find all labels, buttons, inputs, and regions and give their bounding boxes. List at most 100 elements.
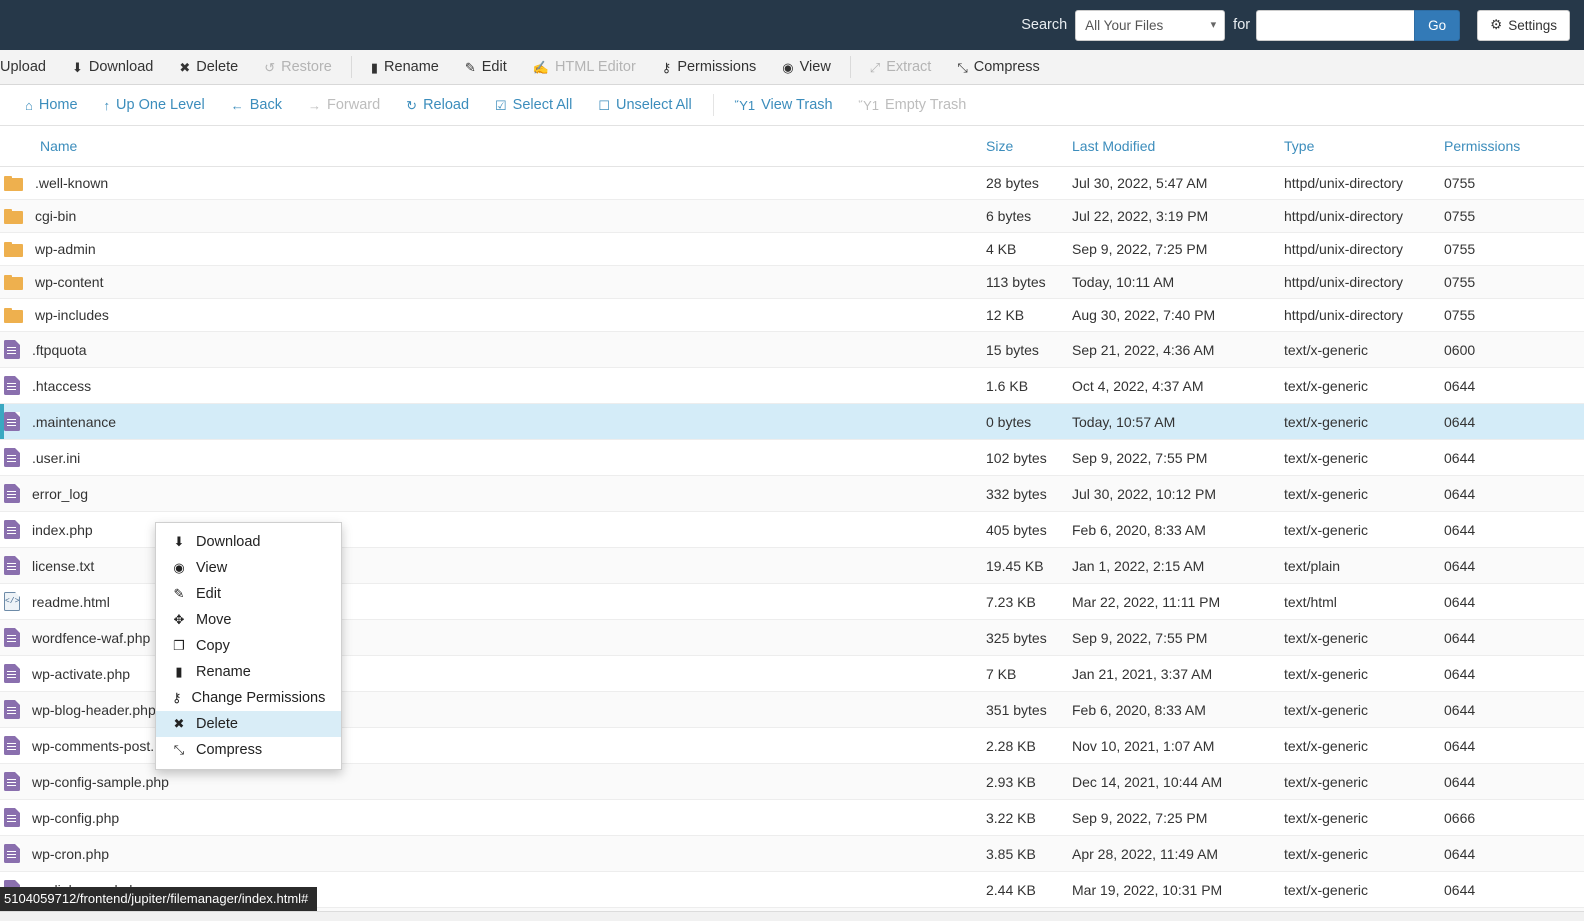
table-row[interactable]: .ftpquota 15 bytes Sep 21, 2022, 4:36 AM te… [0, 331, 1584, 368]
toolbar-item-edit[interactable]: ✎ Edit [452, 50, 520, 84]
cell-type: text/x-generic [1284, 763, 1444, 800]
cell-name[interactable]: cgi-bin [0, 199, 986, 233]
toolbar-item-compress[interactable]: ⤡ Compress [944, 50, 1052, 84]
nav-item-home[interactable]: ⌂ Home [12, 85, 91, 126]
nav-item-select-all[interactable]: ☑ Select All [482, 85, 585, 126]
context-menu-item-change-permissions[interactable]: ⚷ Change Permissions [156, 685, 341, 711]
cell-name[interactable]: wp-cron.php [0, 835, 986, 872]
cell-size: 1.6 KB [986, 367, 1072, 404]
table-row[interactable]: wp-admin 4 KB Sep 9, 2022, 7:25 PM httpd/un… [0, 232, 1584, 266]
toolbar-item-rename[interactable]: ▮ Rename [358, 50, 452, 84]
context-menu: ⬇ Download ◉ View ✎ Edit ✥ Move ❐ Copy ▮ Rename ⚷ Cha… [155, 522, 342, 770]
table-row[interactable]: wp-config.php 3.22 KB Sep 9, 2022, 7:25 PM… [0, 799, 1584, 836]
cell-modified: Aug 30, 2022, 7:40 PM [1072, 298, 1284, 332]
horizontal-scrollbar[interactable] [0, 911, 1584, 921]
cell-permissions: 0666 [1444, 799, 1584, 836]
file-name-label: wp-activate.php [32, 665, 131, 682]
cell-name[interactable]: wp-activate.php [0, 655, 986, 692]
context-menu-item-rename[interactable]: ▮ Rename [156, 659, 341, 685]
context-menu-item-view[interactable]: ◉ View [156, 555, 341, 581]
nav-separator [712, 94, 714, 116]
toolbar-item-permissions[interactable]: ⚷ Permissions [649, 50, 770, 84]
pencil-icon: ✎ [464, 59, 476, 75]
cell-name[interactable]: index.php [0, 511, 986, 548]
cell-name[interactable]: wordfence-waf.php [0, 619, 986, 656]
cell-name[interactable]: .ftpquota [0, 331, 986, 368]
column-header-modified[interactable]: Last Modified [1072, 126, 1284, 167]
cell-modified: Oct 4, 2022, 4:37 AM [1072, 367, 1284, 404]
context-menu-item-edit[interactable]: ✎ Edit [156, 581, 341, 607]
cell-name[interactable]: </> readme.html [0, 583, 986, 620]
toolbar-item-delete[interactable]: ✖ Delete [166, 50, 251, 84]
cell-name[interactable]: wp-content [0, 265, 986, 299]
eye-icon: ◉ [173, 560, 185, 575]
column-header-size[interactable]: Size [986, 126, 1072, 167]
cell-size: 3.85 KB [986, 835, 1072, 872]
folder-icon [4, 241, 23, 257]
cell-name[interactable]: license.txt [0, 547, 986, 584]
cell-name[interactable]: .maintenance [0, 403, 986, 440]
table-row[interactable]: .htaccess 1.6 KB Oct 4, 2022, 4:37 AM text/… [0, 367, 1584, 404]
file-icon [4, 700, 20, 719]
file-icon [4, 484, 20, 503]
column-header-permissions[interactable]: Permissions [1444, 126, 1584, 167]
file-name-label: license.txt [32, 557, 95, 574]
cell-name[interactable]: wp-admin [0, 232, 986, 266]
nav-item-label: Empty Trash [884, 97, 967, 113]
nav-item-back[interactable]: ← Back [218, 85, 295, 126]
search-go-button[interactable]: Go [1414, 9, 1461, 41]
toolbar-item-view[interactable]: ◉ View [769, 50, 844, 84]
nav-item-reload[interactable]: ↻ Reload [393, 85, 482, 126]
cell-type: httpd/unix-directory [1284, 265, 1444, 299]
nav-item-unselect-all[interactable]: ☐ Unselect All [585, 85, 704, 126]
checkbox-empty-icon: ☐ [598, 97, 610, 113]
cell-name[interactable]: wp-config-sample.php [0, 763, 986, 800]
settings-button[interactable]: ⚙ Settings [1477, 9, 1570, 41]
context-menu-item-copy[interactable]: ❐ Copy [156, 633, 341, 659]
context-menu-item-move[interactable]: ✥ Move [156, 607, 341, 633]
cell-modified: Jul 22, 2022, 3:19 PM [1072, 199, 1284, 233]
toolbar-item-download[interactable]: ⬇ Download [59, 50, 166, 84]
cell-modified: Sep 21, 2022, 4:36 AM [1072, 331, 1284, 368]
cell-name[interactable]: wp-comments-post.php [0, 727, 986, 764]
cell-name[interactable]: .user.ini [0, 439, 986, 476]
table-row[interactable]: .user.ini 102 bytes Sep 9, 2022, 7:55 PM te… [0, 439, 1584, 476]
file-name-label: .maintenance [32, 413, 117, 430]
cell-name[interactable]: wp-includes [0, 298, 986, 332]
cell-name[interactable]: .well-known [0, 166, 986, 200]
context-menu-item-compress[interactable]: ⤡ Compress [156, 737, 341, 763]
nav-item-up-one-level[interactable]: ↑ Up One Level [91, 85, 218, 126]
table-row[interactable]: wp-includes 12 KB Aug 30, 2022, 7:40 PM htt… [0, 298, 1584, 332]
context-menu-item-delete[interactable]: ✖ Delete [156, 711, 341, 737]
cell-name[interactable]: .htaccess [0, 367, 986, 404]
search-input[interactable] [1256, 9, 1415, 41]
cell-name[interactable]: error_log [0, 475, 986, 512]
table-row[interactable]: wp-content 113 bytes Today, 10:11 AM httpd/… [0, 265, 1584, 299]
toolbar-item-label: Edit [481, 59, 507, 75]
nav-item-label: Home [38, 97, 78, 113]
toolbar-item-upload[interactable]: Upload [0, 50, 59, 84]
cell-type: text/x-generic [1284, 691, 1444, 728]
table-row[interactable]: error_log 332 bytes Jul 30, 2022, 10:12 PM… [0, 475, 1584, 512]
cell-permissions: 0755 [1444, 265, 1584, 299]
download-icon: ⬇ [71, 59, 83, 75]
file-icon [4, 736, 20, 755]
table-row[interactable]: .maintenance 0 bytes Today, 10:57 AM text/x… [0, 403, 1584, 440]
cell-type: httpd/unix-directory [1284, 166, 1444, 200]
cell-name[interactable]: wp-config.php [0, 799, 986, 836]
cell-name[interactable]: wp-blog-header.php [0, 691, 986, 728]
table-row[interactable]: cgi-bin 6 bytes Jul 22, 2022, 3:19 PM httpd… [0, 199, 1584, 233]
nav-item-view-trash[interactable]: Ὕ1 View Trash [722, 85, 846, 126]
search-scope-select[interactable]: All Your Files [1075, 9, 1226, 41]
cell-modified: Jan 1, 2022, 2:15 AM [1072, 547, 1284, 584]
column-header-name[interactable]: Name [0, 126, 986, 167]
table-row[interactable]: .well-known 28 bytes Jul 30, 2022, 5:47 AM… [0, 166, 1584, 200]
cell-modified: Jan 21, 2021, 3:37 AM [1072, 655, 1284, 692]
cell-type: text/x-generic [1284, 799, 1444, 836]
table-row[interactable]: wp-cron.php 3.85 KB Apr 28, 2022, 11:49 AM… [0, 835, 1584, 872]
compress-icon: ⤡ [173, 742, 185, 757]
file-name-label: wordfence-waf.php [32, 629, 151, 646]
column-header-type[interactable]: Type [1284, 126, 1444, 167]
context-menu-item-download[interactable]: ⬇ Download [156, 529, 341, 555]
cell-size: 7.23 KB [986, 583, 1072, 620]
